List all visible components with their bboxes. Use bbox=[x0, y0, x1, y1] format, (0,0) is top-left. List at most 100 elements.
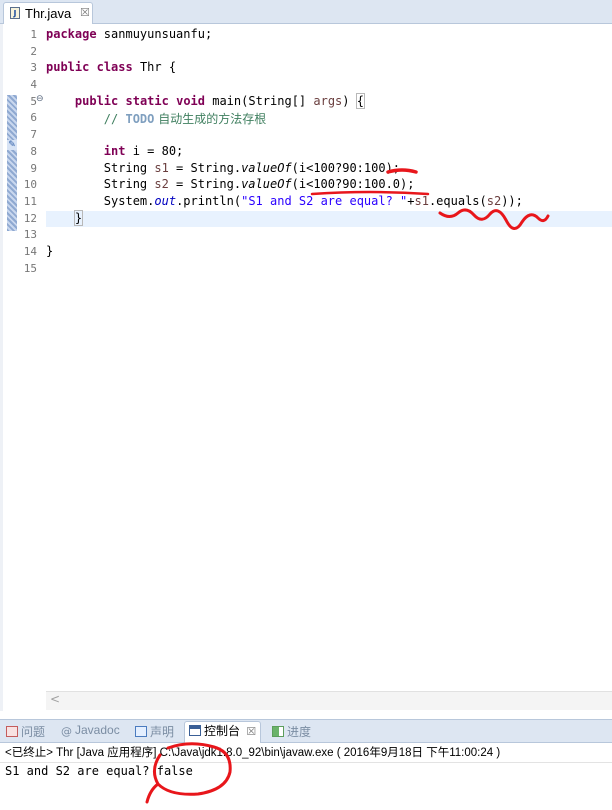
code-token: } bbox=[46, 243, 54, 258]
tab-label: 进度 bbox=[287, 725, 312, 739]
code-token: = String. bbox=[168, 160, 242, 175]
code-token: .equals( bbox=[428, 193, 487, 208]
comment: // bbox=[103, 112, 126, 127]
line-number: 13 bbox=[23, 228, 37, 242]
code-line-6: // TODO 自动生成的方法存根 bbox=[46, 110, 612, 127]
variable: s2 bbox=[154, 177, 169, 192]
code-token: sanmuyunsuanfu; bbox=[96, 27, 213, 41]
console-output[interactable]: S1 and S2 are equal? false bbox=[5, 764, 193, 778]
divider bbox=[0, 762, 612, 763]
code-token: main(String[] bbox=[205, 93, 314, 108]
line-number: 1 bbox=[30, 28, 37, 41]
static-method: valueOf bbox=[241, 160, 292, 175]
keyword: package bbox=[46, 27, 97, 41]
parameter: args bbox=[313, 93, 343, 108]
keyword: static bbox=[125, 93, 169, 108]
scroll-left-icon[interactable]: < bbox=[50, 692, 60, 706]
code-line-10: String s2 = String.valueOf(i<100?90:100.… bbox=[46, 177, 612, 194]
variable: s1 bbox=[154, 160, 169, 175]
tab-progress[interactable]: 进度 bbox=[272, 723, 311, 741]
console-status-line: <已终止> Thr [Java 应用程序] C:\Java\jdk1.8.0_9… bbox=[5, 747, 501, 759]
line-number: 2 bbox=[30, 44, 37, 58]
code-token: (i<100?90:100); bbox=[291, 160, 401, 175]
line-number: 6 bbox=[30, 111, 37, 125]
keyword: public bbox=[74, 93, 119, 108]
tab-javadoc[interactable]: @ Javadoc bbox=[61, 723, 120, 741]
tab-label: 问题 bbox=[21, 725, 46, 739]
todo-tag: TODO bbox=[125, 112, 155, 127]
line-number: 12 bbox=[23, 211, 37, 225]
code-token: ) bbox=[342, 93, 357, 108]
keyword: public bbox=[46, 60, 90, 75]
static-field: out bbox=[154, 193, 177, 208]
line-number: 4 bbox=[30, 78, 37, 92]
line-number-gutter: 1 2 3 4 5 6 7 8 9 10 11 12 13 14 15 bbox=[17, 27, 37, 277]
code-token: (i<100?90:100.0); bbox=[291, 177, 415, 192]
code-token: )); bbox=[501, 193, 523, 208]
code-line-8: int i = 80; bbox=[46, 144, 612, 161]
task-marker-icon: ✎ bbox=[7, 140, 17, 150]
static-method: valueOf bbox=[241, 177, 292, 192]
code-token: Thr { bbox=[132, 60, 177, 75]
tab-declaration[interactable]: 声明 bbox=[135, 723, 174, 741]
java-file-icon: J bbox=[10, 7, 20, 19]
line-number: 9 bbox=[30, 161, 37, 175]
close-icon[interactable]: ☒ bbox=[246, 726, 256, 738]
close-icon[interactable]: ☒ bbox=[80, 6, 90, 19]
line-number: 7 bbox=[30, 128, 37, 142]
line-number: 8 bbox=[30, 144, 37, 158]
line-number: 5 bbox=[30, 94, 37, 108]
progress-icon bbox=[272, 726, 284, 737]
code-line-1: package sanmuyunsuanfu; bbox=[46, 27, 612, 44]
console-icon bbox=[189, 725, 201, 736]
code-token: i = 80; bbox=[125, 143, 184, 158]
line-number: 11 bbox=[23, 194, 37, 208]
editor-tab-label: Thr.java bbox=[25, 6, 72, 21]
keyword: void bbox=[176, 93, 205, 108]
line-number: 15 bbox=[23, 261, 37, 275]
matching-bracket: { bbox=[355, 92, 366, 109]
variable: s2 bbox=[486, 193, 502, 208]
line-number: 14 bbox=[23, 244, 37, 258]
tab-console[interactable]: 控制台 ☒ bbox=[184, 721, 262, 743]
code-token: System. bbox=[103, 193, 155, 208]
tab-problems[interactable]: 问题 bbox=[6, 723, 45, 741]
line-number: 10 bbox=[23, 178, 37, 192]
problems-icon bbox=[6, 726, 18, 737]
matching-bracket: } bbox=[73, 209, 84, 226]
change-ruler bbox=[7, 95, 17, 231]
code-line-9: String s1 = String.valueOf(i<100?90:100)… bbox=[46, 161, 612, 178]
bottom-view-tab-bar: 问题 @ Javadoc 声明 控制台 ☒ 进度 bbox=[0, 719, 612, 743]
code-token: + bbox=[407, 193, 415, 208]
string-literal: "S1 and S2 are equal? " bbox=[241, 193, 408, 208]
code-token: String bbox=[103, 160, 155, 175]
tab-label: Javadoc bbox=[75, 723, 120, 737]
keyword: int bbox=[103, 143, 126, 158]
at-icon: @ bbox=[61, 725, 72, 738]
code-text[interactable]: package sanmuyunsuanfu; public class Thr… bbox=[46, 27, 612, 277]
code-token: .println( bbox=[176, 193, 242, 208]
code-line-12-current: } bbox=[46, 209, 612, 228]
code-line-14: } bbox=[46, 244, 612, 261]
tab-label: 声明 bbox=[150, 725, 175, 739]
code-editor[interactable]: ✎ 1 2 3 4 5 6 7 8 9 10 11 12 13 14 15 ⊖ … bbox=[0, 24, 612, 711]
editor-tab-bar: J Thr.java ☒ bbox=[0, 0, 612, 24]
line-number: 3 bbox=[30, 61, 37, 75]
code-line-11: System.out.println("S1 and S2 are equal?… bbox=[46, 194, 612, 211]
editor-tab-thr-java[interactable]: J Thr.java ☒ bbox=[3, 2, 93, 24]
fold-collapse-icon[interactable]: ⊖ bbox=[36, 94, 44, 104]
code-token: = String. bbox=[168, 177, 242, 192]
code-token: String bbox=[103, 177, 155, 192]
keyword: class bbox=[96, 60, 133, 75]
code-line-3: public class Thr { bbox=[46, 60, 612, 77]
tab-label: 控制台 bbox=[204, 724, 241, 738]
variable: s1 bbox=[414, 193, 429, 208]
horizontal-scrollbar[interactable]: < bbox=[46, 691, 612, 710]
code-line-5: public static void main(String[] args) { bbox=[46, 92, 612, 111]
declaration-icon bbox=[135, 726, 147, 737]
